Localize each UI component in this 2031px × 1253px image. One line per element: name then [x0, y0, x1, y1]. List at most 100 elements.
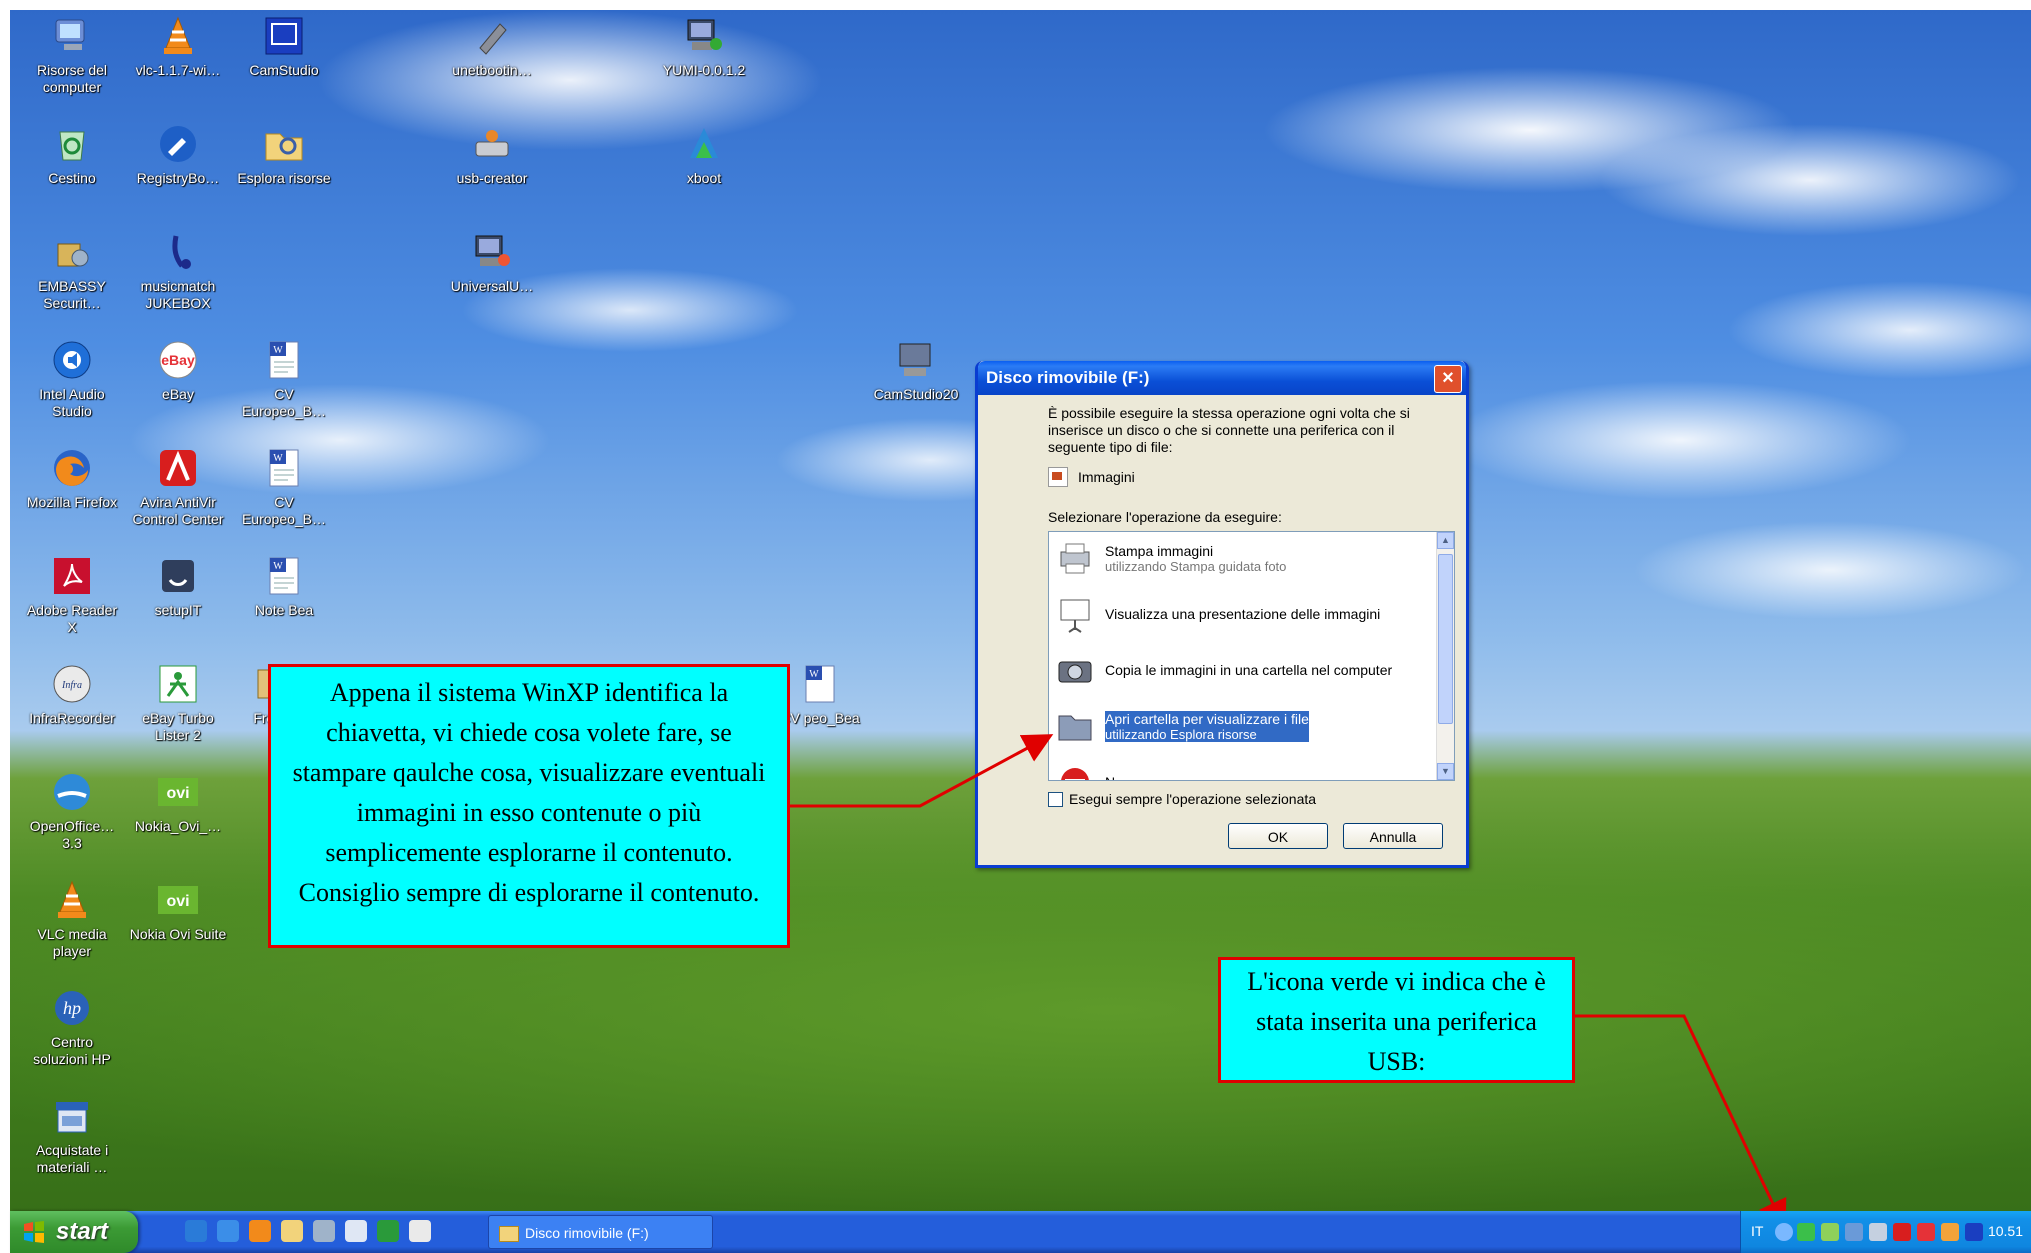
desktop-icon-xboot[interactable]: xboot: [654, 122, 754, 187]
dialog-title: Disco rimovibile (F:): [986, 368, 1150, 387]
always-run-checkbox[interactable]: [1048, 791, 1063, 807]
desktop-icon-embassy[interactable]: EMBASSY Securit…: [22, 230, 122, 312]
my-computer-icon: [50, 14, 94, 58]
taskbar: start Disco rimovibile (F:) IT 10.51: [10, 1211, 2031, 1253]
folder-icon[interactable]: [281, 1220, 303, 1242]
always-run-row[interactable]: Esegui sempre l'operazione selezionata: [1048, 791, 1316, 807]
folder-icon: [1055, 706, 1095, 746]
media-icon[interactable]: [345, 1220, 367, 1242]
action-subtitle: utilizzando Stampa guidata foto: [1105, 558, 1287, 574]
desktop-icon-cv-europeo-2[interactable]: W CV Europeo_B…: [234, 446, 334, 528]
system-tray: IT 10.51: [1740, 1211, 2031, 1253]
desktop-icon-infrarecorder[interactable]: Infra InfraRecorder: [22, 662, 122, 727]
desktop-icon-intel-audio[interactable]: Intel Audio Studio: [22, 338, 122, 420]
excel-icon[interactable]: [377, 1220, 399, 1242]
scroll-down-button[interactable]: ▼: [1437, 763, 1454, 780]
action-copy-images[interactable]: Copia le immagini in una cartella nel co…: [1055, 648, 1392, 692]
word-doc-icon: W: [262, 554, 306, 598]
tray-expand-icon[interactable]: [1775, 1223, 1793, 1241]
desktop-icon-label: Nokia Ovi Suite: [129, 926, 227, 942]
desktop-icon-universal-usb[interactable]: UniversalU…: [442, 230, 542, 295]
antivirus-icon[interactable]: [1893, 1223, 1911, 1241]
scroll-thumb[interactable]: [1438, 554, 1453, 724]
action-slideshow[interactable]: Visualizza una presentazione delle immag…: [1055, 592, 1380, 636]
tray-app-icon[interactable]: [1821, 1223, 1839, 1241]
scroll-up-button[interactable]: ▲: [1437, 532, 1454, 549]
action-open-folder[interactable]: Apri cartella per visualizzare i file uti…: [1055, 704, 1309, 748]
desktop-icon-esplora-risorse[interactable]: Esplora risorse: [234, 122, 334, 187]
desktop-icon-ebay-turbo-lister[interactable]: eBay Turbo Lister 2: [128, 662, 228, 744]
desktop-icon-openoffice[interactable]: OpenOffice… 3.3: [22, 770, 122, 852]
desktop-icon-label: eBay: [162, 386, 194, 402]
action-no-action[interactable]: N: [1055, 760, 1115, 780]
ok-button[interactable]: OK: [1228, 823, 1328, 849]
language-indicator[interactable]: IT: [1751, 1223, 1763, 1239]
desktop-icon-shop[interactable]: Acquistate i materiali …: [22, 1094, 122, 1176]
desktop-icon-nokia-ovi[interactable]: ovi Nokia_Ovi_…: [128, 770, 228, 835]
embassy-security-icon: [50, 230, 94, 274]
action-print-images[interactable]: Stampa immagini utilizzando Stampa guidat…: [1055, 536, 1286, 580]
monitor-icon[interactable]: [1965, 1223, 1983, 1241]
ie-icon[interactable]: [185, 1220, 207, 1242]
avira-icon[interactable]: [1917, 1223, 1935, 1241]
desktop-icon-label: OpenOffice… 3.3: [29, 818, 115, 851]
desktop-icon-cestino[interactable]: Cestino: [22, 122, 122, 187]
dialog-intro-text: È possibile eseguire la stessa operazion…: [1048, 405, 1410, 455]
taskbar-item-disco-rimovibile[interactable]: Disco rimovibile (F:): [488, 1215, 713, 1249]
tray-app-icon[interactable]: [1845, 1223, 1863, 1241]
select-action-label: Selezionare l'operazione da eseguire:: [1048, 509, 1282, 525]
desktop-icon-label: Esplora risorse: [237, 170, 331, 186]
desktop-icon-setupit[interactable]: setupIT: [128, 554, 228, 619]
openoffice-icon: [50, 770, 94, 814]
desktop-icon-yumi[interactable]: YUMI-0.0.1.2: [654, 14, 754, 79]
desktop-icon-unetbootin[interactable]: unetbootin…: [442, 14, 542, 79]
file-type-label: Immagini: [1078, 469, 1135, 485]
setupit-icon: [156, 554, 200, 598]
desktop-icon-note-bea[interactable]: W Note Bea: [234, 554, 334, 619]
listbox-scrollbar[interactable]: ▲ ▼: [1436, 532, 1454, 780]
dialog-titlebar[interactable]: Disco rimovibile (F:) ×: [978, 361, 1466, 395]
svg-text:ovi: ovi: [166, 893, 189, 910]
word-doc-icon: W: [262, 446, 306, 490]
action-listbox[interactable]: Stampa immagini utilizzando Stampa guidat…: [1048, 531, 1455, 781]
desktop-icon-firefox[interactable]: Mozilla Firefox: [22, 446, 122, 511]
desktop-icon-ebay[interactable]: eBay eBay: [128, 338, 228, 403]
desktop-icon-cv-europeo-1[interactable]: W CV Europeo_B…: [234, 338, 334, 420]
printer-icon: [1055, 538, 1095, 578]
app-icon[interactable]: [409, 1220, 431, 1242]
callout-autoplay-explanation: Appena il sistema WinXP identifica la ch…: [268, 664, 790, 948]
desktop-icon-camstudio20[interactable]: CamStudio20: [866, 338, 966, 403]
desktop-icon-usb-creator[interactable]: usb-creator: [442, 122, 542, 187]
svg-text:hp: hp: [63, 998, 81, 1018]
start-button[interactable]: start: [10, 1211, 138, 1253]
desktop-icon-vlc-player[interactable]: VLC media player: [22, 878, 122, 960]
svg-text:W: W: [273, 561, 283, 572]
hp-icon: hp: [50, 986, 94, 1030]
desktop-icon-nokia-ovi-suite[interactable]: ovi Nokia Ovi Suite: [128, 878, 228, 943]
desktop-icon-avira[interactable]: Avira AntiVir Control Center: [128, 446, 228, 528]
desktop-icon-musicmatch[interactable]: musicmatch JUKEBOX: [128, 230, 228, 312]
desktop-icon-label: vlc-1.1.7-wi…: [135, 62, 221, 78]
desktop-icon-vlc-installer[interactable]: vlc-1.1.7-wi…: [128, 14, 228, 79]
network-icon[interactable]: [313, 1220, 335, 1242]
java-icon[interactable]: [1941, 1223, 1959, 1241]
desktop-icon-camstudio[interactable]: CamStudio: [234, 14, 334, 79]
cancel-button[interactable]: Annulla: [1343, 823, 1443, 849]
desktop-icon-adobe-reader[interactable]: Adobe Reader X: [22, 554, 122, 636]
action-title: Stampa immagini: [1105, 542, 1214, 559]
close-button[interactable]: ×: [1434, 365, 1462, 393]
desktop-icon-my-computer[interactable]: Risorse del computer: [22, 14, 122, 96]
desktop-icon-label: EMBASSY Securit…: [38, 278, 106, 311]
desktop-icon-registry-booster[interactable]: RegistryBo…: [128, 122, 228, 187]
usb-device-icon[interactable]: [1797, 1223, 1815, 1241]
desktop-icon-hp[interactable]: hp Centro soluzioni HP: [22, 986, 122, 1068]
desktop-icon-label: Cestino: [48, 170, 96, 186]
firefox-icon[interactable]: [249, 1220, 271, 1242]
ie-alt-icon[interactable]: [217, 1220, 239, 1242]
musicmatch-icon: [156, 230, 200, 274]
registry-booster-icon: [156, 122, 200, 166]
yumi-icon: [682, 14, 726, 58]
desktop-icon-label: CamStudio: [249, 62, 319, 78]
desktop-icon-label: RegistryBo…: [136, 170, 220, 186]
network-icon[interactable]: [1869, 1223, 1887, 1241]
